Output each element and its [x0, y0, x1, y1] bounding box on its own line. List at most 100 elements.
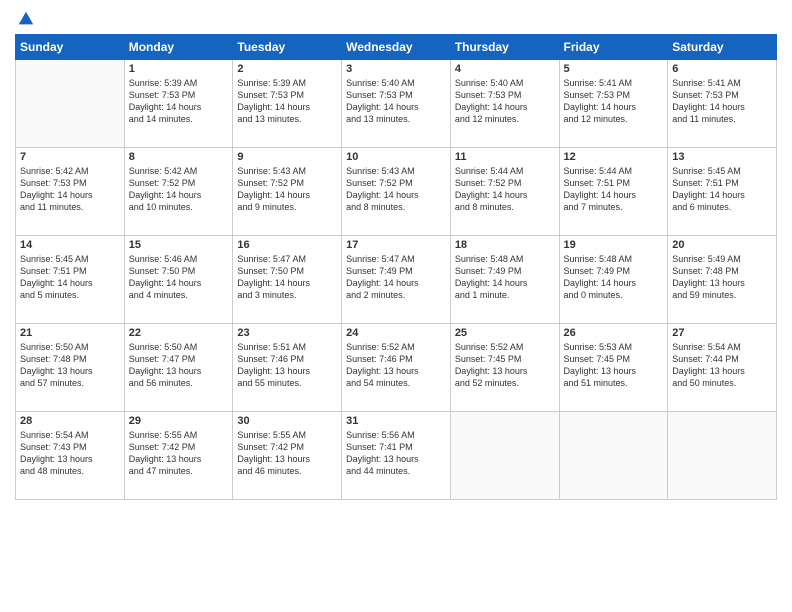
day-number: 30 — [237, 415, 337, 427]
day-content: Sunrise: 5:45 AM Sunset: 7:51 PM Dayligh… — [20, 253, 120, 302]
day-number: 8 — [129, 151, 229, 163]
calendar-cell: 5 Sunrise: 5:41 AM Sunset: 7:53 PM Daylig… — [559, 60, 668, 148]
day-number: 25 — [455, 327, 555, 339]
day-content: Sunrise: 5:40 AM Sunset: 7:53 PM Dayligh… — [455, 77, 555, 126]
calendar-week-row: 28 Sunrise: 5:54 AM Sunset: 7:43 PM Dayli… — [16, 412, 777, 500]
day-number: 19 — [564, 239, 664, 251]
day-content: Sunrise: 5:39 AM Sunset: 7:53 PM Dayligh… — [237, 77, 337, 126]
calendar-cell: 12 Sunrise: 5:44 AM Sunset: 7:51 PM Dayli… — [559, 148, 668, 236]
day-number: 16 — [237, 239, 337, 251]
day-number: 12 — [564, 151, 664, 163]
weekday-header: Thursday — [450, 35, 559, 60]
day-content: Sunrise: 5:48 AM Sunset: 7:49 PM Dayligh… — [564, 253, 664, 302]
calendar-cell: 7Sunrise: 5:42 AM Sunset: 7:53 PM Daylig… — [16, 148, 125, 236]
calendar-cell: 11 Sunrise: 5:44 AM Sunset: 7:52 PM Dayli… — [450, 148, 559, 236]
calendar-cell: 17Sunrise: 5:47 AM Sunset: 7:49 PM Dayli… — [342, 236, 451, 324]
day-number: 3 — [346, 63, 446, 75]
day-content: Sunrise: 5:44 AM Sunset: 7:52 PM Dayligh… — [455, 165, 555, 214]
day-content: Sunrise: 5:47 AM Sunset: 7:50 PM Dayligh… — [237, 253, 337, 302]
calendar-cell: 26 Sunrise: 5:53 AM Sunset: 7:45 PM Dayli… — [559, 324, 668, 412]
calendar-cell: 25 Sunrise: 5:52 AM Sunset: 7:45 PM Dayli… — [450, 324, 559, 412]
day-number: 29 — [129, 415, 229, 427]
calendar-week-row: 7Sunrise: 5:42 AM Sunset: 7:53 PM Daylig… — [16, 148, 777, 236]
calendar-cell: 28 Sunrise: 5:54 AM Sunset: 7:43 PM Dayli… — [16, 412, 125, 500]
day-number: 23 — [237, 327, 337, 339]
weekday-header: Saturday — [668, 35, 777, 60]
day-content: Sunrise: 5:39 AM Sunset: 7:53 PM Dayligh… — [129, 77, 229, 126]
calendar-cell — [668, 412, 777, 500]
day-content: Sunrise: 5:47 AM Sunset: 7:49 PM Dayligh… — [346, 253, 446, 302]
calendar-cell: 13 Sunrise: 5:45 AM Sunset: 7:51 PM Dayli… — [668, 148, 777, 236]
header — [15, 10, 777, 28]
day-number: 15 — [129, 239, 229, 251]
day-number: 24 — [346, 327, 446, 339]
calendar-cell: 16 Sunrise: 5:47 AM Sunset: 7:50 PM Dayli… — [233, 236, 342, 324]
calendar-cell: 23 Sunrise: 5:51 AM Sunset: 7:46 PM Dayli… — [233, 324, 342, 412]
day-content: Sunrise: 5:46 AM Sunset: 7:50 PM Dayligh… — [129, 253, 229, 302]
weekday-header: Sunday — [16, 35, 125, 60]
day-number: 21 — [20, 327, 120, 339]
page: SundayMondayTuesdayWednesdayThursdayFrid… — [0, 0, 792, 612]
day-content: Sunrise: 5:45 AM Sunset: 7:51 PM Dayligh… — [672, 165, 772, 214]
day-number: 31 — [346, 415, 446, 427]
day-number: 27 — [672, 327, 772, 339]
calendar-cell: 27 Sunrise: 5:54 AM Sunset: 7:44 PM Dayli… — [668, 324, 777, 412]
calendar-cell — [450, 412, 559, 500]
day-content: Sunrise: 5:55 AM Sunset: 7:42 PM Dayligh… — [129, 429, 229, 478]
weekday-header: Friday — [559, 35, 668, 60]
day-content: Sunrise: 5:42 AM Sunset: 7:53 PM Dayligh… — [20, 165, 120, 214]
calendar-cell: 14 Sunrise: 5:45 AM Sunset: 7:51 PM Dayli… — [16, 236, 125, 324]
day-number: 22 — [129, 327, 229, 339]
calendar-cell: 10Sunrise: 5:43 AM Sunset: 7:52 PM Dayli… — [342, 148, 451, 236]
calendar-cell — [16, 60, 125, 148]
day-content: Sunrise: 5:48 AM Sunset: 7:49 PM Dayligh… — [455, 253, 555, 302]
calendar-week-row: 21 Sunrise: 5:50 AM Sunset: 7:48 PM Dayli… — [16, 324, 777, 412]
day-content: Sunrise: 5:40 AM Sunset: 7:53 PM Dayligh… — [346, 77, 446, 126]
calendar-cell: 2 Sunrise: 5:39 AM Sunset: 7:53 PM Daylig… — [233, 60, 342, 148]
calendar-cell: 19 Sunrise: 5:48 AM Sunset: 7:49 PM Dayli… — [559, 236, 668, 324]
calendar-cell: 15 Sunrise: 5:46 AM Sunset: 7:50 PM Dayli… — [124, 236, 233, 324]
day-content: Sunrise: 5:52 AM Sunset: 7:46 PM Dayligh… — [346, 341, 446, 390]
day-content: Sunrise: 5:49 AM Sunset: 7:48 PM Dayligh… — [672, 253, 772, 302]
day-number: 2 — [237, 63, 337, 75]
day-content: Sunrise: 5:42 AM Sunset: 7:52 PM Dayligh… — [129, 165, 229, 214]
weekday-header: Tuesday — [233, 35, 342, 60]
calendar-cell: 18 Sunrise: 5:48 AM Sunset: 7:49 PM Dayli… — [450, 236, 559, 324]
day-content: Sunrise: 5:50 AM Sunset: 7:48 PM Dayligh… — [20, 341, 120, 390]
day-content: Sunrise: 5:51 AM Sunset: 7:46 PM Dayligh… — [237, 341, 337, 390]
calendar-cell: 22 Sunrise: 5:50 AM Sunset: 7:47 PM Dayli… — [124, 324, 233, 412]
day-number: 18 — [455, 239, 555, 251]
day-number: 20 — [672, 239, 772, 251]
day-number: 11 — [455, 151, 555, 163]
calendar-cell: 29 Sunrise: 5:55 AM Sunset: 7:42 PM Dayli… — [124, 412, 233, 500]
calendar-cell: 20 Sunrise: 5:49 AM Sunset: 7:48 PM Dayli… — [668, 236, 777, 324]
logo-icon — [17, 10, 35, 28]
day-number: 6 — [672, 63, 772, 75]
calendar-week-row: 1 Sunrise: 5:39 AM Sunset: 7:53 PM Daylig… — [16, 60, 777, 148]
day-content: Sunrise: 5:55 AM Sunset: 7:42 PM Dayligh… — [237, 429, 337, 478]
day-number: 14 — [20, 239, 120, 251]
day-content: Sunrise: 5:50 AM Sunset: 7:47 PM Dayligh… — [129, 341, 229, 390]
day-content: Sunrise: 5:53 AM Sunset: 7:45 PM Dayligh… — [564, 341, 664, 390]
day-content: Sunrise: 5:41 AM Sunset: 7:53 PM Dayligh… — [564, 77, 664, 126]
day-number: 4 — [455, 63, 555, 75]
day-content: Sunrise: 5:43 AM Sunset: 7:52 PM Dayligh… — [237, 165, 337, 214]
day-content: Sunrise: 5:52 AM Sunset: 7:45 PM Dayligh… — [455, 341, 555, 390]
calendar-cell: 1 Sunrise: 5:39 AM Sunset: 7:53 PM Daylig… — [124, 60, 233, 148]
calendar-table: SundayMondayTuesdayWednesdayThursdayFrid… — [15, 34, 777, 500]
day-content: Sunrise: 5:44 AM Sunset: 7:51 PM Dayligh… — [564, 165, 664, 214]
day-number: 26 — [564, 327, 664, 339]
day-number: 5 — [564, 63, 664, 75]
day-content: Sunrise: 5:56 AM Sunset: 7:41 PM Dayligh… — [346, 429, 446, 478]
calendar-cell: 4 Sunrise: 5:40 AM Sunset: 7:53 PM Daylig… — [450, 60, 559, 148]
day-content: Sunrise: 5:41 AM Sunset: 7:53 PM Dayligh… — [672, 77, 772, 126]
day-number: 28 — [20, 415, 120, 427]
day-content: Sunrise: 5:54 AM Sunset: 7:44 PM Dayligh… — [672, 341, 772, 390]
day-content: Sunrise: 5:54 AM Sunset: 7:43 PM Dayligh… — [20, 429, 120, 478]
calendar-cell: 30 Sunrise: 5:55 AM Sunset: 7:42 PM Dayli… — [233, 412, 342, 500]
calendar-cell: 8 Sunrise: 5:42 AM Sunset: 7:52 PM Daylig… — [124, 148, 233, 236]
day-number: 10 — [346, 151, 446, 163]
day-number: 13 — [672, 151, 772, 163]
day-number: 1 — [129, 63, 229, 75]
calendar-week-row: 14 Sunrise: 5:45 AM Sunset: 7:51 PM Dayli… — [16, 236, 777, 324]
